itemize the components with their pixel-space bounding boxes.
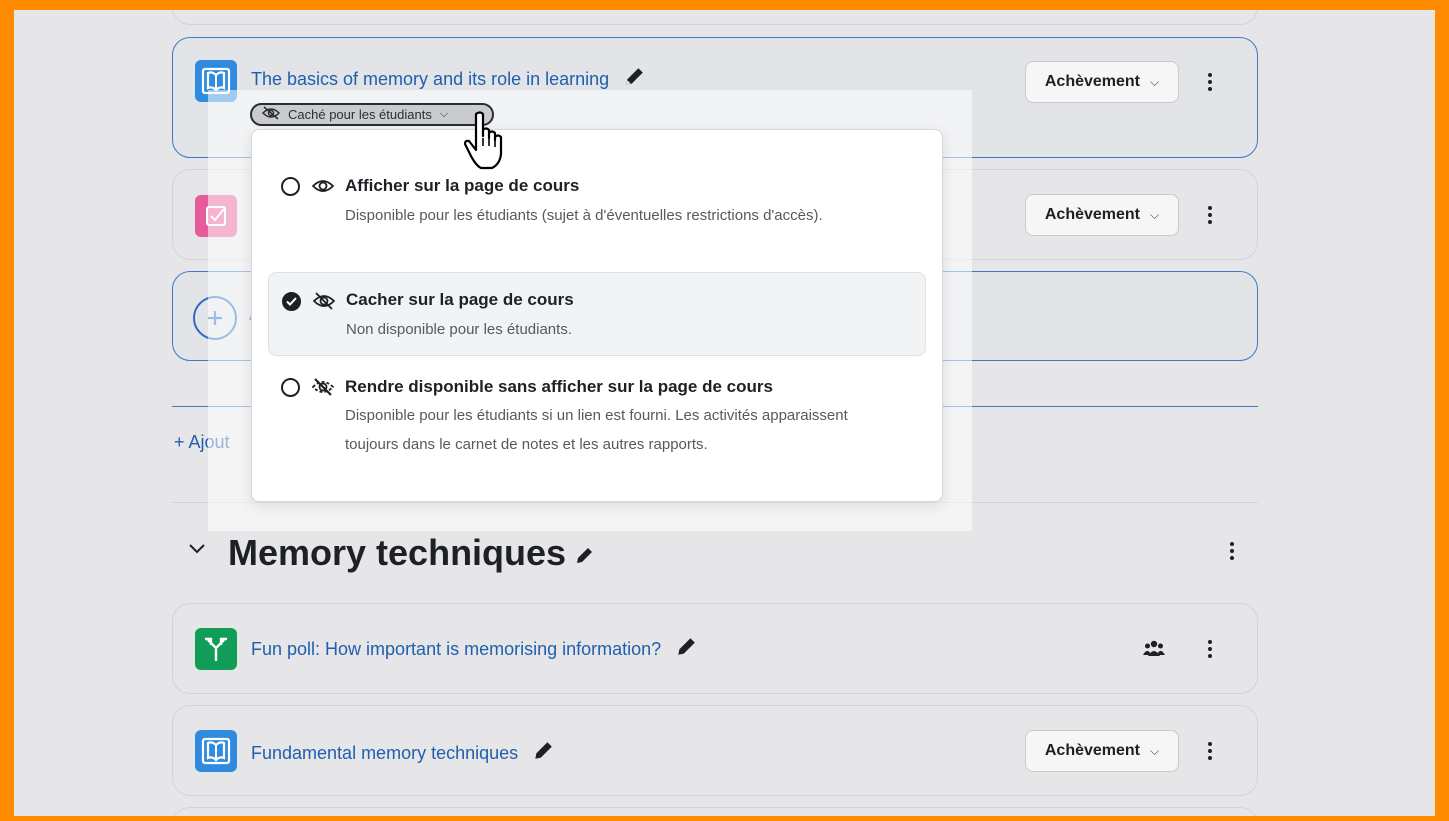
groups-icon[interactable] xyxy=(1143,639,1165,662)
option-title: Cacher sur la page de cours xyxy=(346,290,574,309)
option-description: Disponible pour les étudiants si un lien… xyxy=(345,407,848,453)
chevron-down-icon: ⌵ xyxy=(1150,74,1160,89)
activity-title-link[interactable]: Fun poll: How important is memorising in… xyxy=(251,636,697,663)
visibility-option-stealth[interactable]: Rendre disponible sans afficher sur la p… xyxy=(268,368,926,468)
edit-pencil-icon[interactable] xyxy=(675,636,697,663)
eye-slash-icon xyxy=(312,292,336,315)
chevron-down-icon: ⌵ xyxy=(1150,743,1160,758)
option-title: Rendre disponible sans afficher sur la p… xyxy=(345,377,773,396)
course-page: The basics of memory and its role in lea… xyxy=(14,10,1435,816)
choice-icon xyxy=(195,628,237,670)
visibility-dropdown-menu: Afficher sur la page de cours Disponible… xyxy=(251,129,943,502)
completion-dropdown[interactable]: Achèvement ⌵ xyxy=(1025,61,1179,103)
activity-title-link[interactable]: Fundamental memory techniques xyxy=(251,740,554,767)
eye-slash-dashed-icon xyxy=(311,378,335,401)
option-description: Non disponible pour les étudiants. xyxy=(346,321,572,338)
chevron-down-icon: ⌵ xyxy=(1150,207,1160,222)
section-actions-menu[interactable] xyxy=(1222,537,1242,565)
activity-actions-menu[interactable] xyxy=(1200,68,1220,96)
edit-pencil-icon[interactable] xyxy=(532,740,554,767)
activity-card-top xyxy=(172,10,1258,25)
radio-unchecked[interactable] xyxy=(281,378,300,397)
book-icon xyxy=(195,730,237,772)
hand-cursor-icon xyxy=(462,110,510,177)
activity-actions-menu[interactable] xyxy=(1200,737,1220,765)
activity-card-poll: Fun poll: How important is memorising in… xyxy=(172,603,1258,694)
completion-dropdown[interactable]: Achèvement ⌵ xyxy=(1025,194,1179,236)
collapse-chevron-icon[interactable] xyxy=(188,542,206,560)
activity-title-link[interactable]: The basics of memory and its role in lea… xyxy=(251,66,645,93)
eye-slash-icon xyxy=(261,106,281,123)
visibility-badge[interactable]: Caché pour les étudiants ⌵ xyxy=(250,103,494,126)
chevron-down-icon: ⌵ xyxy=(439,108,449,120)
eye-icon xyxy=(311,177,335,200)
completion-dropdown[interactable]: Achèvement ⌵ xyxy=(1025,730,1179,772)
edit-pencil-icon[interactable] xyxy=(574,533,594,575)
radio-checked-icon[interactable] xyxy=(282,292,301,311)
radio-unchecked[interactable] xyxy=(281,177,300,196)
visibility-badge-label: Caché pour les étudiants xyxy=(288,107,432,122)
activity-actions-menu[interactable] xyxy=(1200,201,1220,229)
activity-card-fundamental: Fundamental memory techniques Achèvement… xyxy=(172,705,1258,796)
section-title: Memory techniques xyxy=(228,532,594,575)
edit-pencil-icon[interactable] xyxy=(623,66,645,93)
visibility-option-hide[interactable]: Cacher sur la page de cours Non disponib… xyxy=(268,272,926,356)
activity-actions-menu[interactable] xyxy=(1200,635,1220,663)
visibility-option-show[interactable]: Afficher sur la page de cours Disponible… xyxy=(268,158,926,268)
option-description: Disponible pour les étudiants (sujet à d… xyxy=(345,207,823,224)
activity-card-bottom xyxy=(172,807,1258,816)
option-title: Afficher sur la page de cours xyxy=(345,176,580,195)
